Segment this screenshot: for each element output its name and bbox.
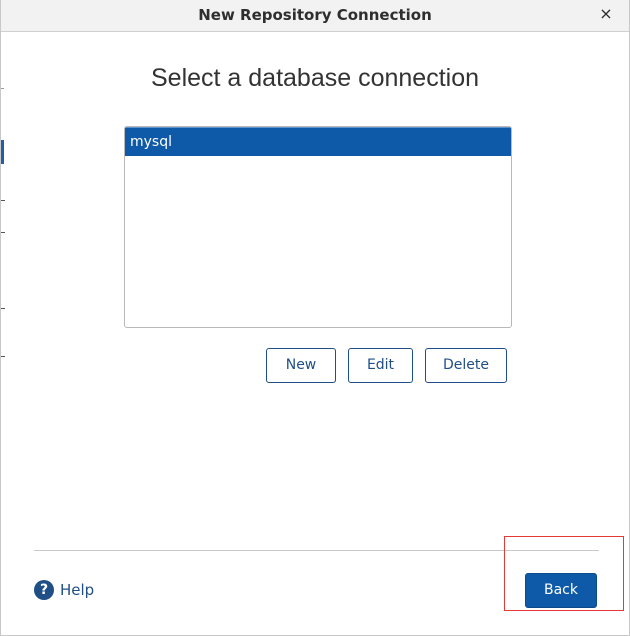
new-button[interactable]: New [266,348,336,383]
background-sidebar-sliver [1,140,4,164]
list-item-mysql[interactable]: mysql [125,127,511,156]
background-text-fragment [1,308,5,309]
background-text-fragment [1,232,5,233]
help-link[interactable]: ? Help [34,579,94,601]
help-label[interactable]: Help [60,581,94,599]
footer-divider [34,550,599,551]
edit-button[interactable]: Edit [348,348,413,383]
dialog-title: New Repository Connection [198,6,432,24]
background-text-fragment [1,200,5,201]
back-button[interactable]: Back [525,573,597,608]
connection-list[interactable]: mysql [124,126,512,328]
close-icon[interactable]: × [597,5,615,23]
delete-button[interactable]: Delete [425,348,507,383]
help-icon[interactable]: ? [34,580,54,600]
dialog-window: New Repository Connection × Select a dat… [0,0,630,636]
background-text-fragment [1,356,5,357]
title-bar: New Repository Connection × [1,0,629,32]
page-heading: Select a database connection [150,64,479,92]
